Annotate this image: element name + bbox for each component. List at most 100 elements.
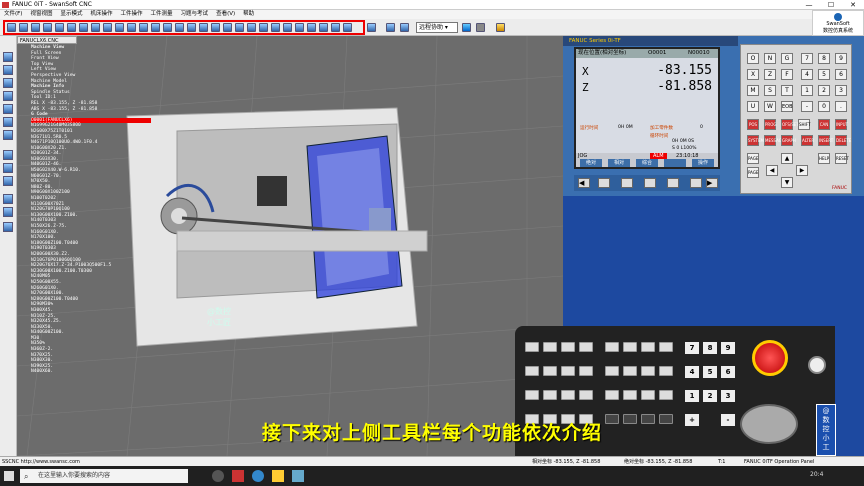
key-can[interactable]: CAN <box>818 119 830 130</box>
jog-2-button[interactable]: 2 <box>703 390 717 402</box>
menu-machine[interactable]: 机床操作 <box>87 10 117 19</box>
key-pos[interactable]: POS <box>747 119 759 130</box>
zoom-fit-icon[interactable] <box>79 23 88 32</box>
cursor-up-icon[interactable]: ▲ <box>781 153 793 164</box>
left-tool-13-icon[interactable] <box>3 222 13 232</box>
menu-measure[interactable]: 工件测量 <box>147 10 177 19</box>
menu-workpiece[interactable]: 工件操作 <box>117 10 147 19</box>
taskbar-search-input[interactable]: 在这里输入你要搜索的内容 <box>20 469 188 483</box>
left-tool-1-icon[interactable] <box>3 52 13 62</box>
zoom-in-icon[interactable] <box>55 23 64 32</box>
jog-4-button[interactable]: 4 <box>685 366 699 378</box>
key-5[interactable]: 5 <box>818 69 830 80</box>
wireframe-icon[interactable] <box>259 23 268 32</box>
pan-icon[interactable] <box>91 23 100 32</box>
task-view-icon[interactable] <box>212 470 224 482</box>
chip-icon[interactable] <box>223 23 232 32</box>
menu-check[interactable]: 查看(V) <box>212 10 239 19</box>
network-icon[interactable] <box>367 23 376 32</box>
key-page-up[interactable]: PAGE <box>747 153 759 164</box>
single-block-button[interactable] <box>525 390 539 400</box>
key-message[interactable]: MESSAGE <box>764 135 784 146</box>
jog-3-button[interactable]: 3 <box>721 390 735 402</box>
mode-jog-button[interactable] <box>543 366 557 376</box>
key-input[interactable]: INPUT <box>835 119 848 130</box>
jog-9-button[interactable]: 9 <box>721 342 735 354</box>
mode-mdi-button[interactable] <box>561 342 575 352</box>
key-page-down[interactable]: PAGE <box>747 167 759 178</box>
exam-icon[interactable] <box>400 23 409 32</box>
menu-view[interactable]: 视窗视图 <box>26 10 56 19</box>
key-dot[interactable]: . <box>835 101 847 112</box>
taskbar-app-red-icon[interactable] <box>232 470 244 482</box>
workpiece-setup-icon[interactable] <box>175 23 184 32</box>
key-switch-icon[interactable] <box>808 356 826 374</box>
key-t[interactable]: T <box>781 85 793 96</box>
left-tool-11-icon[interactable] <box>3 194 13 204</box>
optional-stop-button[interactable] <box>561 390 575 400</box>
softkey-absolute[interactable]: 绝对 <box>580 159 602 167</box>
maximize-button[interactable]: ☐ <box>820 0 842 10</box>
key-f[interactable]: F <box>781 69 793 80</box>
swansoft-taskbar-icon[interactable] <box>292 470 304 482</box>
open-file-icon[interactable] <box>19 23 28 32</box>
emergency-stop-button[interactable] <box>752 340 788 376</box>
x1000-button[interactable] <box>659 390 673 400</box>
3d-viewport[interactable]: FANUCLX6.CNC Machine View Full Screen Fron… <box>17 36 563 456</box>
key-6[interactable]: 6 <box>835 69 847 80</box>
jog-1-button[interactable]: 1 <box>685 390 699 402</box>
fixture-icon[interactable] <box>187 23 196 32</box>
spindle-cw-button[interactable] <box>605 342 619 352</box>
info-tree[interactable]: Machine View Full Screen Front View Top Vie… <box>31 45 151 375</box>
block-skip-button[interactable] <box>543 390 557 400</box>
key-u[interactable]: U <box>747 101 759 112</box>
stop-icon[interactable] <box>476 23 485 32</box>
x1-button[interactable] <box>605 390 619 400</box>
mode-dnc-button[interactable] <box>579 342 593 352</box>
key-7[interactable]: 7 <box>801 53 813 64</box>
left-tool-6-icon[interactable] <box>3 117 13 127</box>
front-view-icon[interactable] <box>139 23 148 32</box>
probe-icon[interactable] <box>283 23 292 32</box>
softkey-operate[interactable]: 操作 <box>692 159 714 167</box>
left-tool-10-icon[interactable] <box>3 176 13 186</box>
chip-conveyor-button[interactable] <box>641 366 655 376</box>
key-graph[interactable]: GRAPH <box>781 135 796 146</box>
key-n[interactable]: N <box>764 53 776 64</box>
softkey-2-button[interactable] <box>621 178 633 188</box>
key-x[interactable]: X <box>747 69 759 80</box>
softkey-prev-button[interactable]: ◀ <box>578 178 590 188</box>
mode-ref-button[interactable] <box>525 366 539 376</box>
tree-line[interactable]: N400X60. <box>31 369 151 375</box>
mode-handle-button[interactable] <box>579 366 593 376</box>
close-button[interactable]: ✕ <box>842 0 864 10</box>
new-file-icon[interactable] <box>7 23 16 32</box>
transfer-icon[interactable] <box>386 23 395 32</box>
left-tool-9-icon[interactable] <box>3 163 13 173</box>
menu-file[interactable]: 文件(F) <box>0 10 26 19</box>
key-o[interactable]: O <box>747 53 759 64</box>
dry-run-button[interactable] <box>579 390 593 400</box>
menu-exam[interactable]: 习题与考试 <box>177 10 213 19</box>
jog-8-button[interactable]: 8 <box>703 342 717 354</box>
key-2[interactable]: 2 <box>818 85 830 96</box>
record-icon[interactable] <box>496 23 505 32</box>
sound-icon[interactable] <box>331 23 340 32</box>
key-delete[interactable]: DELETE <box>835 135 851 146</box>
remote-assist-select[interactable]: 远程协助 ▾ <box>416 22 458 33</box>
right-view-icon[interactable] <box>127 23 136 32</box>
key-alter[interactable]: ALTER <box>801 135 814 146</box>
mode-inc-button[interactable] <box>561 366 575 376</box>
key-reset[interactable]: RESET <box>835 153 849 164</box>
mode-auto-button[interactable] <box>543 342 557 352</box>
door-icon[interactable] <box>235 23 244 32</box>
tool-change-button[interactable] <box>605 366 619 376</box>
settings-icon[interactable] <box>343 23 352 32</box>
gauge-icon[interactable] <box>319 23 328 32</box>
key-minus[interactable]: - <box>801 101 813 112</box>
minimize-button[interactable]: — <box>798 0 820 10</box>
key-prog[interactable]: PROG <box>764 119 776 130</box>
key-0[interactable]: 0 <box>818 101 830 112</box>
x10-button[interactable] <box>623 390 637 400</box>
key-9[interactable]: 9 <box>835 53 847 64</box>
